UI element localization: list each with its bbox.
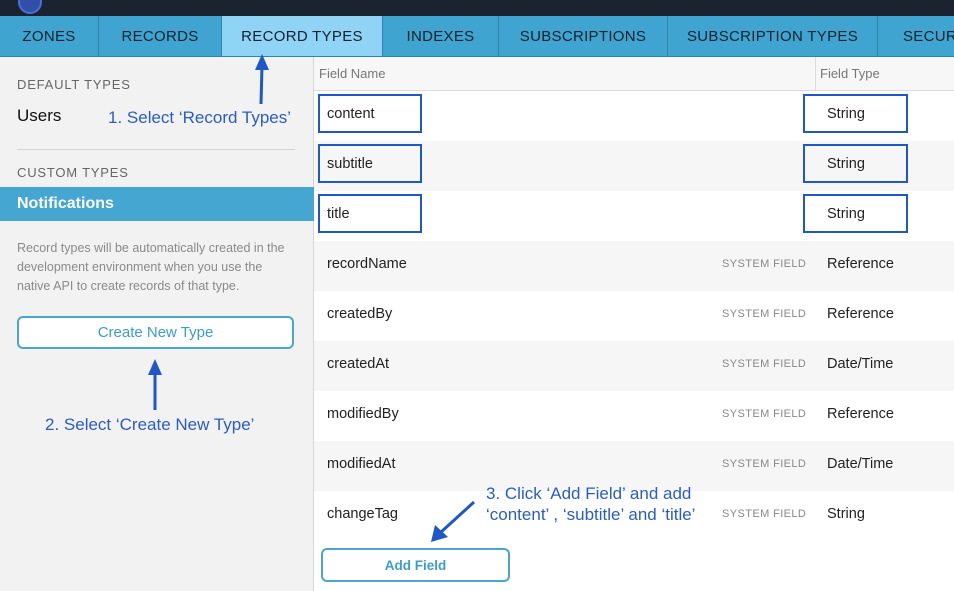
system-field-badge: SYSTEM FIELD — [722, 258, 807, 270]
field-name: changeTag — [327, 506, 398, 522]
tab-bar: ZONES RECORDS RECORD TYPES INDEXES SUBSC… — [0, 16, 954, 57]
field-name: createdBy — [327, 306, 393, 322]
system-field-badge: SYSTEM FIELD — [722, 408, 807, 420]
field-type: Date/Time — [827, 456, 894, 472]
table-row[interactable]: createdBy SYSTEM FIELD Reference — [314, 291, 954, 341]
system-field-badge: SYSTEM FIELD — [722, 358, 807, 370]
highlight-box — [318, 94, 422, 133]
custom-types-header: CUSTOM TYPES — [17, 165, 129, 180]
highlight-box — [803, 194, 908, 233]
default-types-header: DEFAULT TYPES — [17, 77, 131, 92]
sidebar: DEFAULT TYPES Users CUSTOM TYPES Notific… — [0, 57, 314, 591]
sidebar-item-notifications[interactable]: Notifications — [0, 187, 314, 221]
create-new-type-button[interactable]: Create New Type — [17, 316, 294, 349]
field-name: modifiedBy — [327, 406, 399, 422]
highlight-box — [803, 94, 908, 133]
column-divider — [815, 57, 816, 91]
column-header-field-name[interactable]: Field Name — [319, 66, 385, 81]
tab-records[interactable]: RECORDS — [99, 16, 222, 56]
tab-indexes[interactable]: INDEXES — [383, 16, 499, 56]
system-field-badge: SYSTEM FIELD — [722, 308, 807, 320]
table-header: Field Name Field Type — [314, 57, 954, 91]
highlight-box — [318, 194, 422, 233]
system-field-badge: SYSTEM FIELD — [722, 458, 807, 470]
tab-subscriptions[interactable]: SUBSCRIPTIONS — [499, 16, 668, 56]
table-row[interactable]: createdAt SYSTEM FIELD Date/Time — [314, 341, 954, 391]
tab-subscription-types[interactable]: SUBSCRIPTION TYPES — [668, 16, 878, 56]
record-types-description: Record types will be automatically creat… — [17, 241, 285, 293]
tab-record-types[interactable]: RECORD TYPES — [222, 16, 383, 56]
field-type: Reference — [827, 256, 894, 272]
system-field-badge: SYSTEM FIELD — [722, 508, 807, 520]
field-type: String — [827, 506, 865, 522]
sidebar-item-users[interactable]: Users — [17, 106, 61, 126]
top-bar — [0, 0, 954, 16]
annotation-step-2: 2. Select ‘Create New Type’ — [45, 415, 255, 434]
field-name: modifiedAt — [327, 456, 396, 472]
highlight-box — [803, 144, 908, 183]
field-type: Reference — [827, 406, 894, 422]
annotation-step-3-line-2: ‘content’ , ‘subtitle’ and ‘title’ — [486, 505, 696, 524]
table-row[interactable]: recordName SYSTEM FIELD Reference — [314, 241, 954, 291]
table-row[interactable]: modifiedBy SYSTEM FIELD Reference — [314, 391, 954, 441]
add-field-button[interactable]: Add Field — [321, 548, 510, 582]
annotation-step-3-line-1: 3. Click ‘Add Field’ and add — [486, 484, 692, 503]
field-name: recordName — [327, 256, 407, 272]
tab-zones[interactable]: ZONES — [0, 16, 99, 56]
tab-security[interactable]: SECURI — [878, 16, 954, 56]
annotation-step-3: 3. Click ‘Add Field’ and add ‘content’ ,… — [486, 483, 695, 525]
annotation-step-1: 1. Select ‘Record Types’ — [108, 108, 291, 127]
field-name: createdAt — [327, 356, 390, 372]
field-type: Date/Time — [827, 356, 894, 372]
column-header-field-type[interactable]: Field Type — [820, 66, 880, 81]
highlight-box — [318, 144, 422, 183]
divider — [17, 149, 295, 150]
app-logo-icon — [18, 0, 42, 14]
field-type: Reference — [827, 306, 894, 322]
